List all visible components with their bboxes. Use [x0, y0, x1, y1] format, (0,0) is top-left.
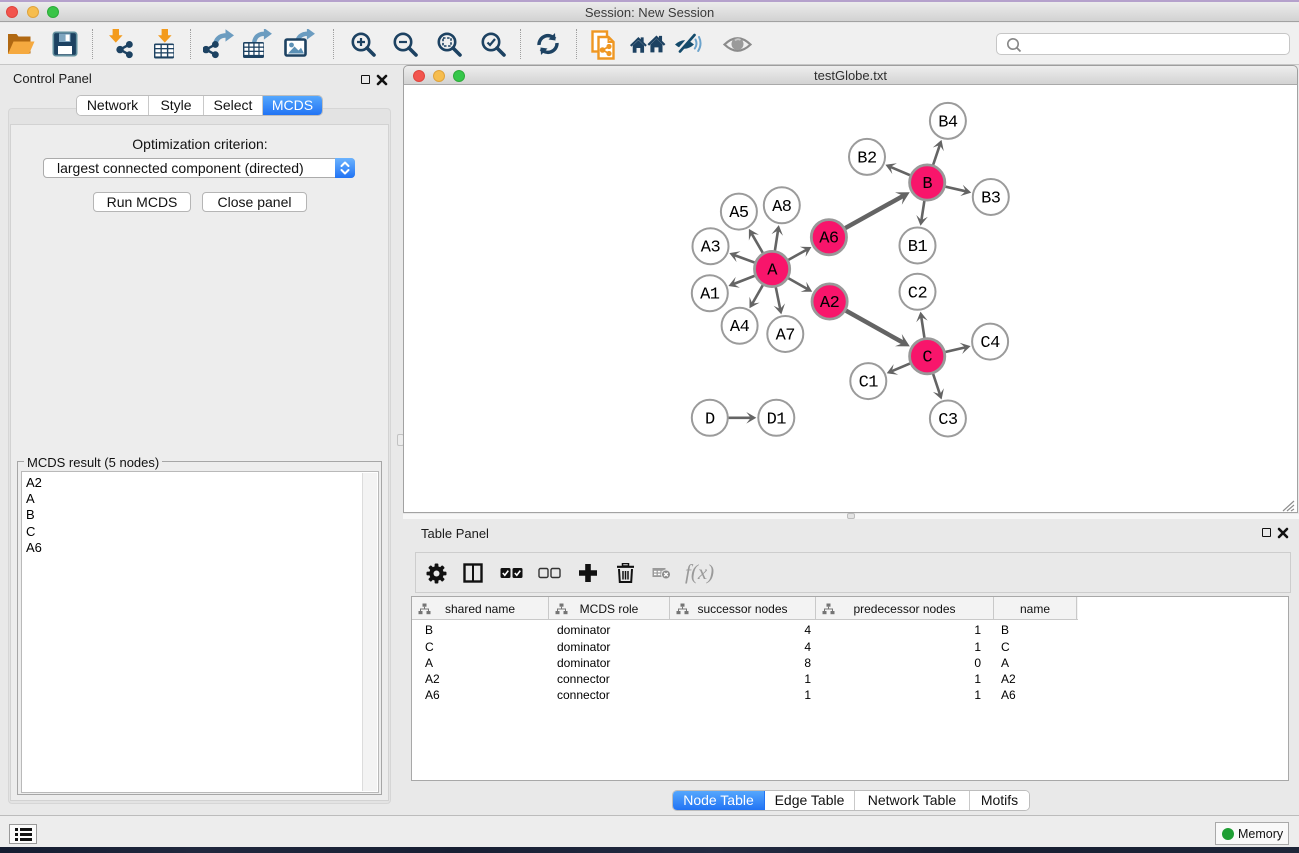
- svg-text:C4: C4: [980, 334, 1000, 353]
- svg-text:C1: C1: [858, 374, 878, 393]
- svg-text:D: D: [704, 410, 714, 429]
- svg-text:B4: B4: [938, 113, 958, 132]
- svg-text:B1: B1: [907, 238, 927, 257]
- svg-text:A: A: [767, 262, 778, 281]
- svg-text:A3: A3: [700, 239, 720, 258]
- svg-text:A5: A5: [729, 204, 749, 223]
- svg-text:A4: A4: [729, 318, 749, 337]
- svg-text:A8: A8: [772, 198, 792, 217]
- svg-text:D1: D1: [766, 410, 786, 429]
- svg-text:A6: A6: [819, 230, 839, 249]
- svg-text:C3: C3: [938, 411, 958, 430]
- svg-text:A2: A2: [819, 294, 838, 313]
- svg-text:B: B: [922, 175, 932, 194]
- svg-text:A7: A7: [775, 327, 794, 346]
- svg-text:C2: C2: [907, 284, 926, 303]
- svg-text:B3: B3: [981, 190, 1001, 209]
- svg-text:C: C: [922, 349, 932, 368]
- svg-text:B2: B2: [857, 149, 876, 168]
- svg-text:A1: A1: [700, 286, 720, 305]
